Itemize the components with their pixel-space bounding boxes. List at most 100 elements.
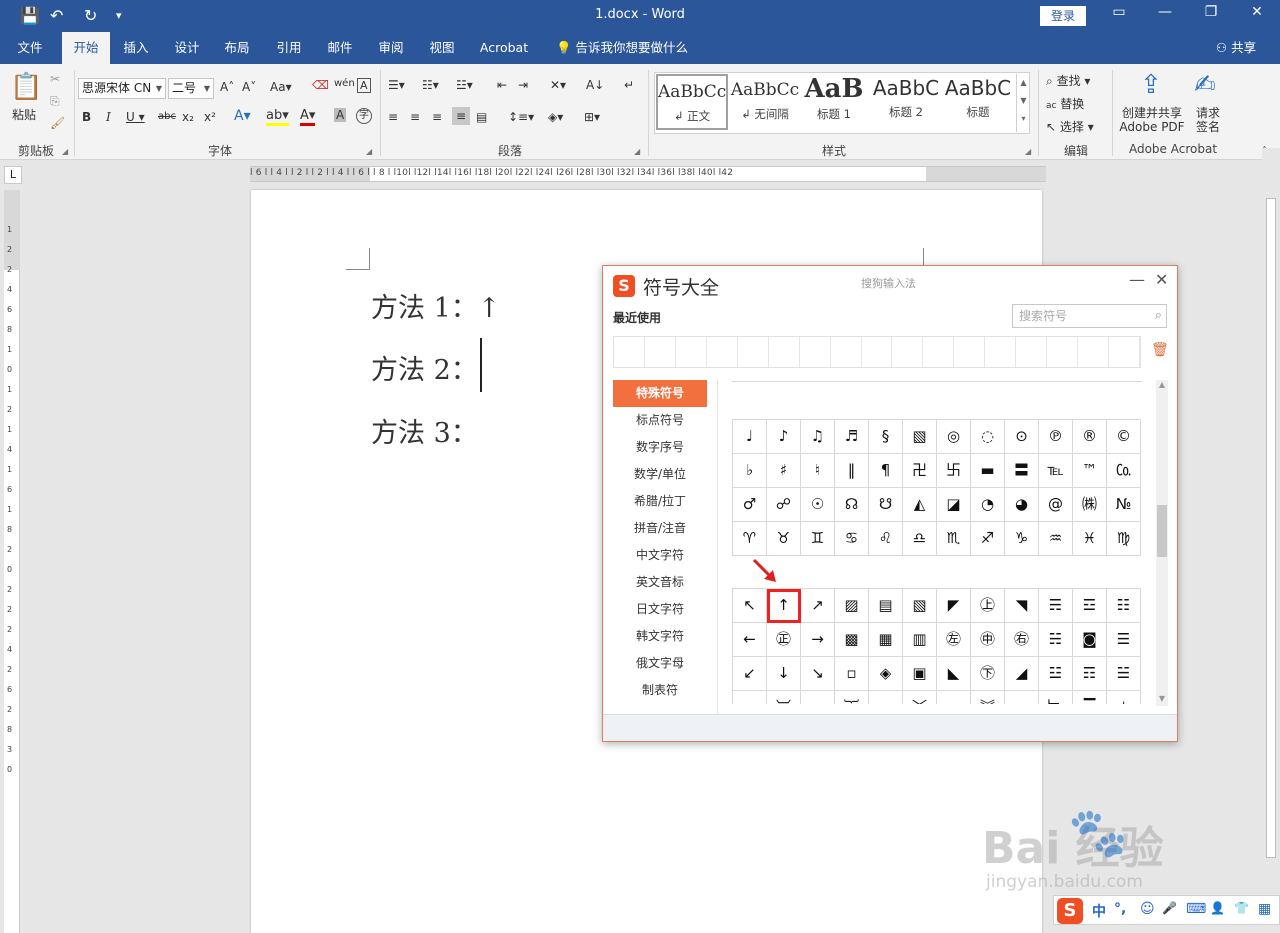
style-heading-1[interactable]: AaB 标题 1 — [798, 74, 870, 130]
symbol-cell[interactable]: ☊ — [835, 488, 869, 522]
symbol-cell[interactable]: ↙ — [733, 657, 767, 691]
vertical-ruler[interactable]: 12 2 4 6 8 10 12 14 16 18 20 22 24 26 28… — [4, 190, 20, 933]
symbol-cell[interactable]: ◣ — [937, 657, 971, 691]
style-normal[interactable]: AaBbCc ↲ 正文 — [656, 74, 728, 130]
tell-me-box[interactable]: 💡 告诉我你想要做什么 — [552, 32, 692, 64]
chinese-layout-icon[interactable]: ✕▾ — [550, 78, 566, 92]
recent-symbol-slot[interactable] — [800, 337, 831, 367]
symbol-cell[interactable]: § — [869, 420, 903, 454]
recent-symbol-slot[interactable] — [892, 337, 924, 367]
recent-symbol-slot[interactable] — [954, 337, 986, 367]
category-item[interactable]: 英文音标 — [613, 569, 707, 596]
symbol-cell[interactable]: ¶ — [869, 454, 903, 488]
symbol-cell[interactable]: ﹂ — [1039, 691, 1073, 704]
symbol-cell[interactable]: ▩ — [835, 623, 869, 657]
paragraph-launcher-icon[interactable]: ◢ — [634, 147, 640, 156]
symbol-cell[interactable]: ㏇ — [1107, 454, 1141, 488]
category-item[interactable]: 希腊/拉丁 — [613, 488, 707, 515]
symbol-cell[interactable]: ☴ — [1039, 589, 1073, 623]
symbol-cell[interactable]: ◙ — [1073, 623, 1107, 657]
justify-icon[interactable]: ≡ — [452, 107, 471, 125]
symbol-cell[interactable]: ℡ — [1039, 454, 1073, 488]
symbol-cell[interactable]: ♂ — [733, 488, 767, 522]
enclose-char-icon[interactable]: 字 — [356, 108, 372, 124]
category-item[interactable]: 特殊符号 — [613, 380, 707, 407]
strikethrough-icon[interactable]: abc — [158, 111, 176, 122]
recent-symbol-slot[interactable] — [862, 337, 893, 367]
symbol-cell[interactable]: ☲ — [1073, 589, 1107, 623]
trash-icon[interactable]: 🗑 — [1151, 342, 1169, 358]
styles-scroll[interactable]: ▲ ▼ ▾ — [1016, 74, 1030, 132]
symbol-cell[interactable]: № — [1107, 488, 1141, 522]
symbol-search-input[interactable]: 搜索符号 ⌕ — [1012, 304, 1167, 328]
symbol-cell[interactable]: ︸ — [835, 691, 869, 704]
font-size-combo[interactable]: 二号 ▼ — [168, 78, 214, 99]
highlight-icon[interactable]: ab▾ — [266, 108, 289, 126]
symbol-cell[interactable]: 〓 — [1005, 454, 1039, 488]
styles-launcher-icon[interactable]: ◢ — [1025, 147, 1031, 156]
symbol-cell[interactable]: ↖ — [733, 589, 767, 623]
create-pdf-icon[interactable]: ⇪ — [1140, 70, 1162, 100]
symbol-cell[interactable]: ㈱ — [1073, 488, 1107, 522]
clipboard-launcher-icon[interactable]: ◢ — [62, 147, 68, 156]
tab-review[interactable]: 审阅 — [369, 32, 413, 64]
symbol-cell[interactable]: ﹀ — [903, 691, 937, 704]
search-icon[interactable]: ⌕ — [1155, 305, 1162, 327]
symbol-cell[interactable]: ☶ — [1073, 657, 1107, 691]
font-launcher-icon[interactable]: ◢ — [366, 147, 372, 156]
symbol-cell[interactable]: ♬ — [835, 420, 869, 454]
symbol-cell[interactable]: ◈ — [869, 657, 903, 691]
symbol-cell[interactable]: ☱ — [1107, 657, 1141, 691]
recent-symbol-slot[interactable] — [676, 337, 707, 367]
symbol-cell[interactable]: ♑ — [1005, 522, 1039, 556]
symbol-cell[interactable]: ♌ — [869, 522, 903, 556]
text-effects-icon[interactable]: A▾ — [234, 108, 251, 124]
symbol-cell[interactable]: ♍ — [1107, 522, 1141, 556]
symbol-cell[interactable]: ︾ — [971, 691, 1005, 704]
symbol-cell[interactable]: ▥ — [903, 623, 937, 657]
symbol-cell[interactable]: ◤ — [937, 589, 971, 623]
symbol-cell[interactable]: → — [801, 623, 835, 657]
category-item[interactable]: 数学/单位 — [613, 461, 707, 488]
category-item[interactable]: 拼音/注音 — [613, 515, 707, 542]
ribbon-display-icon[interactable]: ▭ — [1107, 4, 1131, 26]
multilevel-list-icon[interactable]: ☳▾ — [456, 78, 473, 92]
symbol-cell[interactable]: ♓ — [1073, 522, 1107, 556]
symbol-cell[interactable]: ® — [1073, 420, 1107, 454]
symbol-cell[interactable]: @ — [1039, 488, 1073, 522]
copy-icon[interactable]: ⎘ — [50, 94, 60, 109]
symbol-cell[interactable]: 卐 — [937, 454, 971, 488]
user-icon[interactable]: 👤 — [1210, 901, 1225, 915]
symbol-cell[interactable]: ↑ — [767, 589, 801, 623]
symbol-cell[interactable]: ← — [733, 623, 767, 657]
symbol-cell[interactable]: ♏ — [937, 522, 971, 556]
superscript-icon[interactable]: x² — [204, 110, 216, 124]
symbol-cell[interactable]: ♩ — [733, 420, 767, 454]
recent-symbol-slot[interactable] — [1016, 337, 1048, 367]
symbol-cell[interactable]: ︿ — [869, 691, 903, 704]
recent-symbol-slot[interactable] — [707, 337, 738, 367]
symbol-cell[interactable]: ▨ — [835, 589, 869, 623]
change-case-icon[interactable]: Aa▾ — [270, 80, 292, 94]
recent-symbol-slot[interactable] — [923, 337, 955, 367]
find-button[interactable]: ⌕ 查找 ▾ — [1046, 72, 1090, 89]
symbol-cell[interactable]: ︷ — [801, 691, 835, 704]
symbol-cell[interactable]: ☰ — [1107, 623, 1141, 657]
numbering-icon[interactable]: ☷▾ — [422, 78, 439, 92]
sort-icon[interactable]: A↓ — [586, 78, 604, 92]
symbol-cell[interactable]: ♐ — [971, 522, 1005, 556]
paste-label[interactable]: 粘贴 — [12, 106, 36, 123]
scroll-up-icon[interactable]: ▲ — [1156, 380, 1168, 389]
format-painter-icon[interactable]: 🖌 — [50, 116, 65, 130]
symbol-cell[interactable]: 卍 — [903, 454, 937, 488]
request-signature-icon[interactable]: ✍ — [1194, 70, 1216, 100]
symbol-cell[interactable]: ▧ — [903, 420, 937, 454]
clear-format-icon[interactable]: ⌫ — [312, 78, 329, 92]
symbol-cell[interactable]: ♎ — [903, 522, 937, 556]
paste-icon[interactable]: 📋 — [10, 72, 42, 102]
category-item[interactable]: 标点符号 — [613, 407, 707, 434]
symbol-cell[interactable]: ㊥ — [971, 623, 1005, 657]
symbol-grid-scrollbar[interactable]: ▲ ▼ — [1156, 380, 1168, 706]
symbol-cell[interactable]: ▦ — [869, 623, 903, 657]
symbol-cell[interactable]: ☍ — [767, 488, 801, 522]
